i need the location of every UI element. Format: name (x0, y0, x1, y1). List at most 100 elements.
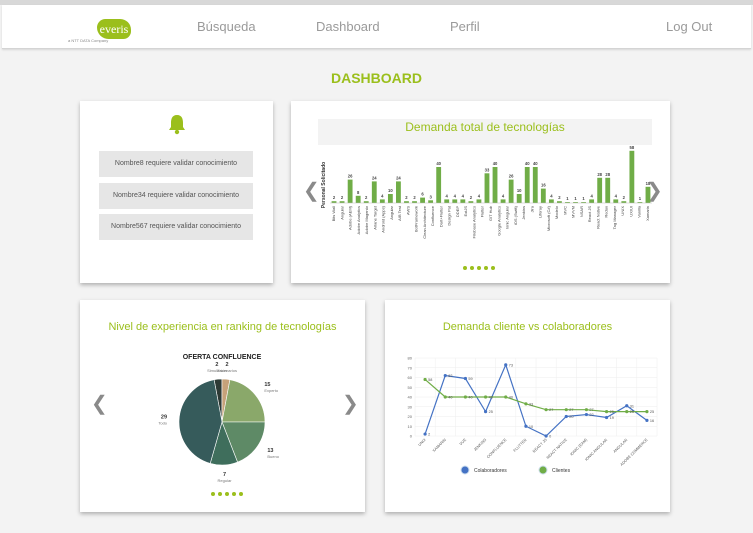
carousel-dots[interactable] (211, 492, 243, 496)
x-tick-label: Vanilla (637, 205, 642, 217)
point-value-label: 73 (509, 363, 513, 367)
bar-value-label: 3 (429, 194, 432, 199)
point-value-label: 40 (489, 396, 493, 400)
y-tick-label: 70 (408, 365, 413, 370)
bar (613, 199, 619, 203)
x-tick-label: VUE (459, 438, 468, 447)
client-card-title: Demanda cliente vs colaboradores (442, 321, 613, 333)
nav-dashboard[interactable]: Dashboard (316, 19, 380, 34)
bar-value-label: 1 (566, 196, 569, 201)
point-value-label: 31 (630, 404, 634, 408)
bar (532, 167, 538, 203)
bar (508, 179, 514, 203)
bar (379, 199, 385, 203)
bar-value-label: 2 (341, 195, 344, 200)
x-tick-label: BotFramework (414, 206, 419, 232)
x-tick-label: Jenkins (521, 206, 526, 220)
point-value-label: 62 (448, 374, 452, 378)
bar (444, 199, 450, 203)
experience-pie-chart: OFERTA CONFLUENCE 2Simulación2Escenarios… (158, 354, 279, 483)
y-tick-label: 30 (408, 404, 413, 409)
x-tick-label: REACT NATIVE (546, 438, 568, 460)
point-value-label: 20 (569, 415, 573, 419)
bar (331, 201, 337, 203)
x-tick-label: Ionic Angular (505, 205, 510, 229)
carousel-dots[interactable] (463, 266, 495, 270)
prev-arrow-icon[interactable]: ❮ (91, 394, 108, 414)
bar-value-label: 4 (590, 193, 593, 198)
bar-value-label: 24 (396, 175, 401, 180)
bar (484, 173, 490, 203)
bar (436, 167, 442, 203)
nav-busqueda[interactable]: Búsqueda (197, 19, 256, 34)
series-point (504, 395, 508, 399)
x-tick-label: IONIC (EAM) (569, 437, 588, 456)
series-point (443, 395, 447, 399)
bar-value-label: 40 (533, 161, 538, 166)
series-point (564, 408, 568, 412)
bar-value-label: 16 (541, 183, 546, 188)
navbar: everis a NTT DATA Company Búsqueda Dashb… (2, 5, 751, 49)
x-tick-label: Google Analytics (496, 206, 501, 236)
demand-bar-chart: Demanda total de tecnologías Personal So… (318, 119, 652, 239)
bell-icon[interactable] (167, 113, 187, 140)
bar (589, 199, 595, 203)
y-tick-label: 20 (408, 414, 413, 419)
bar-value-label: 26 (348, 174, 353, 179)
client-line-chart: 01020304050607080UNIX XAMARIN VUE JENKINSCO… (408, 356, 658, 475)
bar (452, 199, 458, 203)
bar-value-label: 2 (558, 195, 561, 200)
bar-value-label: 4 (502, 193, 505, 198)
notification-item[interactable]: Nombre34 requiere validar conocimiento (99, 183, 253, 209)
bar (540, 188, 546, 203)
x-tick-label: MVVM (571, 206, 576, 218)
series-point (584, 412, 589, 417)
x-tick-label: FLUTTER (513, 438, 528, 453)
notification-item[interactable]: Nombre8 requiere validar conocimiento (99, 151, 253, 177)
legend-label: Colaboradores (474, 468, 507, 474)
bar-value-label: 10 (388, 188, 393, 193)
x-tick-label: Dart+Flutter (438, 205, 443, 227)
nav-perfil[interactable]: Perfil (450, 19, 480, 34)
bar-value-label: 40 (493, 161, 498, 166)
point-value-label: 16 (650, 419, 654, 423)
point-value-label: 40 (448, 396, 452, 400)
bar (404, 201, 409, 203)
series-point (483, 395, 488, 399)
x-tick-label: Flutter (480, 205, 485, 217)
series-point (564, 414, 568, 419)
x-tick-label: iOS (Swift) (513, 205, 518, 225)
everis-logo[interactable]: everis a NTT DATA Company (68, 13, 138, 47)
x-tick-label: React JS (587, 206, 592, 223)
series-point (504, 363, 508, 367)
bar-value-label: 2 (333, 195, 336, 200)
bar (492, 167, 498, 203)
bar (412, 201, 417, 203)
point-value-label: 25 (650, 410, 654, 414)
point-value-label: 40 (468, 396, 472, 400)
notification-item[interactable]: Nombre567 requiere validar conocimiento (99, 214, 253, 240)
nav-logout[interactable]: Log Out (666, 19, 712, 34)
point-value-label: 2 (428, 433, 430, 437)
x-tick-label: IONIC ANGULAR (584, 438, 608, 462)
bar-value-label: 2 (470, 195, 473, 200)
point-value-label: 25 (630, 410, 634, 414)
pie-slice-label: Bueno (267, 454, 279, 459)
bar (468, 201, 474, 203)
legend-marker (538, 465, 548, 475)
pie-slice (221, 379, 266, 423)
x-tick-label: NSAR (579, 206, 584, 217)
series-point (443, 373, 447, 378)
series-point (604, 410, 609, 414)
bar (621, 201, 627, 203)
point-value-label: 25 (610, 410, 614, 414)
next-arrow-icon[interactable]: ❯ (342, 394, 359, 414)
series-point (645, 418, 649, 422)
series-point (463, 395, 468, 399)
series-point (544, 434, 548, 438)
experience-card-title: Nivel de experiencia en ranking de tecno… (108, 321, 337, 333)
x-tick-label: Design Pat (447, 205, 452, 225)
bar (420, 197, 425, 203)
pie-slice-label: Regular (218, 478, 233, 483)
bar (500, 199, 506, 203)
